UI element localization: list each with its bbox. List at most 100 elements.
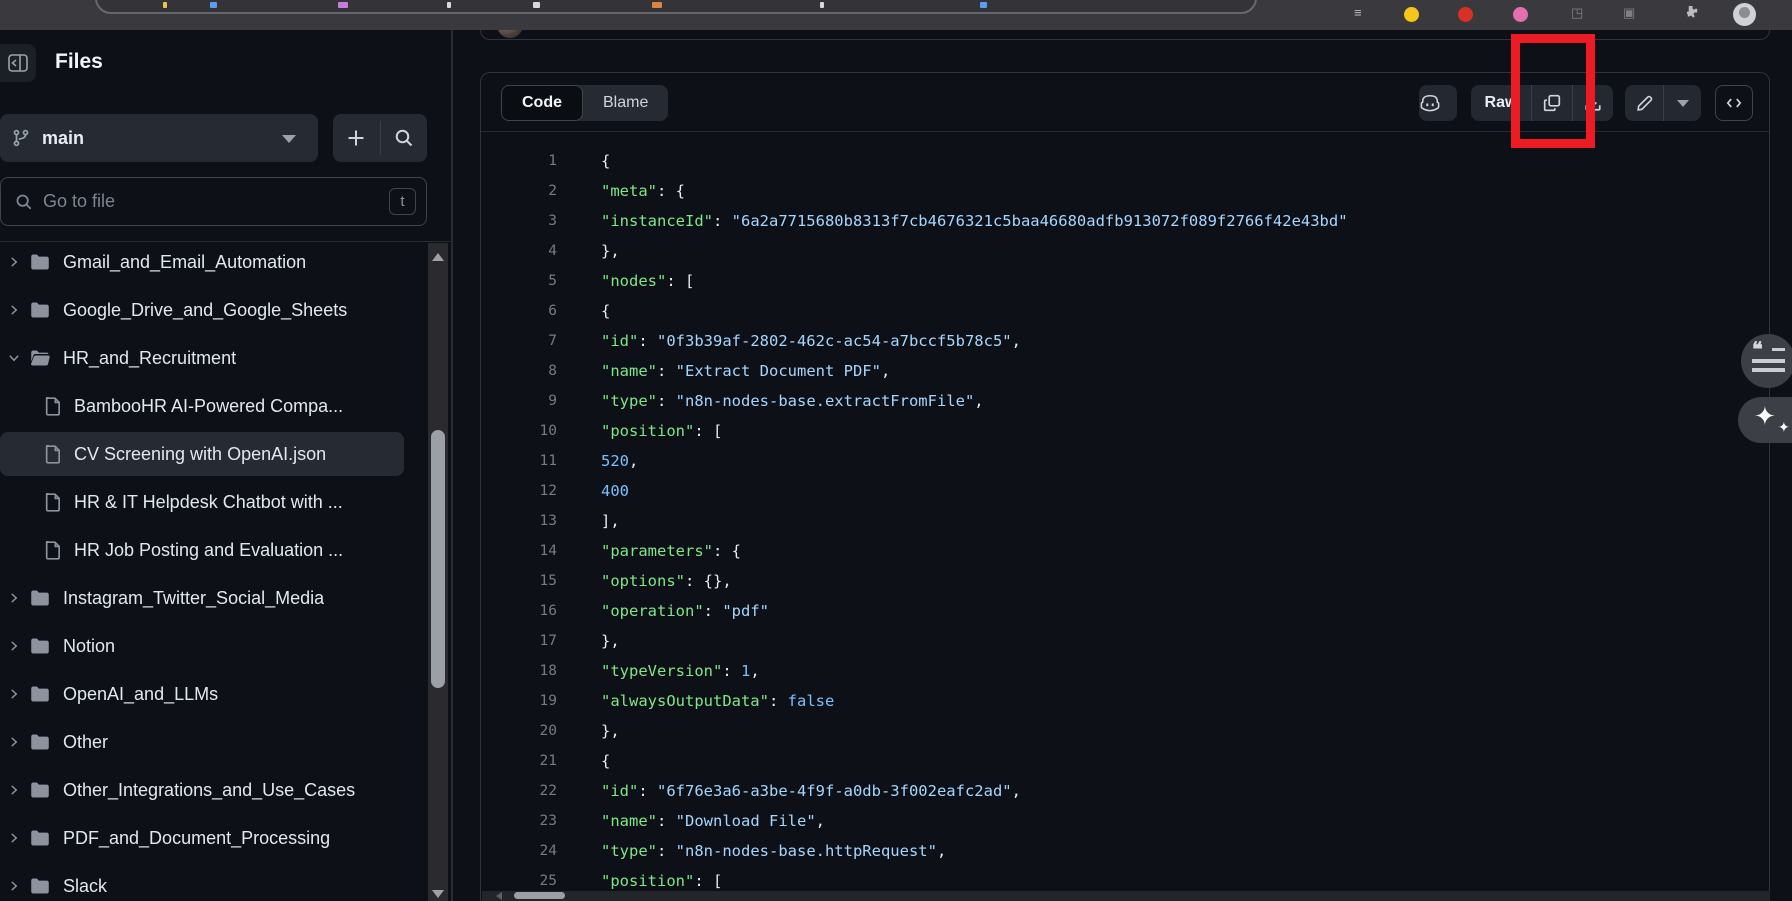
tree-item-label: Google_Drive_and_Google_Sheets	[63, 300, 347, 321]
code-line: 22"id": "6f76e3a6-a3be-4f9f-a0db-3f002ea…	[481, 776, 1769, 806]
line-number[interactable]: 3	[481, 206, 557, 236]
tree-folder-other[interactable]: Other	[0, 720, 404, 764]
code-line: 1{	[481, 146, 1769, 176]
tree-folder-slack[interactable]: Slack	[0, 864, 404, 901]
tree-folder-hr-and-recruitment[interactable]: HR_and_Recruitment	[0, 336, 404, 380]
line-number[interactable]: 15	[481, 566, 557, 596]
tree-file-hr-job-posting-and-evaluation[interactable]: HR Job Posting and Evaluation ...	[0, 528, 404, 572]
chevron-down-icon[interactable]	[8, 352, 22, 364]
line-number[interactable]: 10	[481, 416, 557, 446]
line-number[interactable]: 24	[481, 836, 557, 866]
tree-item-label: Other	[63, 732, 108, 753]
code-line: 24 "type": "n8n-nodes-base.httpRequest",	[481, 836, 1769, 866]
chevron-right-icon[interactable]	[8, 592, 22, 604]
line-number[interactable]: 9	[481, 386, 557, 416]
tree-file-hr-it-helpdesk-chatbot-with[interactable]: HR & IT Helpdesk Chatbot with ...	[0, 480, 404, 524]
line-number[interactable]: 2	[481, 176, 557, 206]
addressbar-text-fragment	[820, 2, 824, 8]
line-number[interactable]: 7	[481, 326, 557, 356]
go-to-file-input[interactable]	[43, 191, 343, 212]
sidebar-resize-divider[interactable]	[451, 30, 453, 901]
go-to-file-search[interactable]: t	[0, 177, 427, 226]
browser-address-bar[interactable]	[95, 0, 1257, 14]
add-file-button[interactable]	[333, 114, 380, 162]
ai-assistant-button[interactable]: ✦✦	[1738, 397, 1792, 443]
extension-icon[interactable]: ▣	[1623, 5, 1635, 21]
tree-folder-gmail-and-email-automation[interactable]: Gmail_and_Email_Automation	[0, 240, 404, 284]
chevron-right-icon[interactable]	[8, 880, 22, 892]
extension-icon[interactable]: ◳	[1571, 5, 1583, 21]
tree-folder-openai-and-llms[interactable]: OpenAI_and_LLMs	[0, 672, 404, 716]
tree-folder-instagram-twitter-social-media[interactable]: Instagram_Twitter_Social_Media	[0, 576, 404, 620]
chevron-right-icon[interactable]	[8, 640, 22, 652]
line-number[interactable]: 8	[481, 356, 557, 386]
branch-selector[interactable]: main	[0, 114, 318, 162]
browser-profile-avatar[interactable]	[1733, 3, 1756, 26]
line-number[interactable]: 22	[481, 776, 557, 806]
tree-folder-notion[interactable]: Notion	[0, 624, 404, 668]
chevron-right-icon[interactable]	[8, 304, 22, 316]
code-text: {	[601, 746, 610, 776]
sidebar-scrollbar[interactable]	[428, 243, 448, 901]
code-horizontal-scrollbar[interactable]	[482, 891, 1770, 901]
edit-file-button[interactable]	[1625, 85, 1663, 121]
addressbar-text-fragment	[338, 2, 348, 8]
tree-item-label: CV Screening with OpenAI.json	[74, 444, 326, 465]
line-number[interactable]: 1	[481, 146, 557, 176]
line-number[interactable]: 19	[481, 686, 557, 716]
chevron-right-icon[interactable]	[8, 784, 22, 796]
collapse-sidebar-button[interactable]	[0, 44, 36, 82]
extension-icon[interactable]	[1513, 7, 1528, 22]
chevron-right-icon[interactable]	[8, 832, 22, 844]
line-number[interactable]: 18	[481, 656, 557, 686]
chevron-right-icon[interactable]	[8, 256, 22, 268]
line-number[interactable]: 20	[481, 716, 557, 746]
code-text: "id": "0f3b39af-2802-462c-ac54-a7bccf5b7…	[601, 326, 1021, 356]
symbols-pane-button[interactable]	[1715, 85, 1753, 121]
tree-file-bamboohr-ai-powered-compa[interactable]: BambooHR AI-Powered Compa...	[0, 384, 404, 428]
extensions-puzzle-icon[interactable]	[1685, 5, 1700, 20]
line-number[interactable]: 17	[481, 626, 557, 656]
line-number[interactable]: 13	[481, 506, 557, 536]
line-number[interactable]: 21	[481, 746, 557, 776]
copilot-button[interactable]	[1419, 85, 1457, 121]
code-text: "type": "n8n-nodes-base.httpRequest",	[601, 836, 946, 866]
chevron-right-icon[interactable]	[8, 688, 22, 700]
folder-icon	[30, 301, 50, 319]
scroll-left-arrow-icon[interactable]	[496, 892, 502, 900]
tree-file-cv-screening-with-openai-json[interactable]: CV Screening with OpenAI.json	[0, 432, 404, 476]
scroll-down-arrow-icon[interactable]	[432, 890, 444, 898]
tab-blame[interactable]: Blame	[583, 85, 668, 121]
line-number[interactable]: 6	[481, 296, 557, 326]
line-number[interactable]: 5	[481, 266, 557, 296]
tree-item-label: Gmail_and_Email_Automation	[63, 252, 306, 273]
tree-folder-other-integrations-and-use-cases[interactable]: Other_Integrations_and_Use_Cases	[0, 768, 404, 812]
sidebar-scrollbar-thumb[interactable]	[431, 430, 445, 688]
line-number[interactable]: 4	[481, 236, 557, 266]
code-line: 10"position": [	[481, 416, 1769, 446]
line-number[interactable]: 23	[481, 806, 557, 836]
tree-folder-pdf-and-document-processing[interactable]: PDF_and_Document_Processing	[0, 816, 404, 860]
extension-icon[interactable]	[1458, 7, 1473, 22]
addressbar-text-fragment	[447, 2, 451, 8]
line-number[interactable]: 12	[481, 476, 557, 506]
chevron-down-icon	[1677, 100, 1689, 107]
files-panel-title: Files	[55, 50, 103, 74]
chevron-right-icon[interactable]	[8, 736, 22, 748]
line-number[interactable]: 11	[481, 446, 557, 476]
browser-menu-icon[interactable]: ≡	[1354, 5, 1362, 20]
horizontal-scrollbar-thumb[interactable]	[514, 892, 565, 899]
code-text: 400	[601, 476, 629, 506]
extension-icon[interactable]	[1404, 7, 1419, 22]
tab-code[interactable]: Code	[501, 85, 583, 121]
search-tree-button[interactable]	[381, 114, 428, 162]
folder-icon	[30, 349, 50, 367]
summarize-extension-button[interactable]: ❝	[1741, 334, 1792, 388]
edit-options-dropdown[interactable]	[1664, 85, 1701, 121]
tree-folder-google-drive-and-google-sheets[interactable]: Google_Drive_and_Google_Sheets	[0, 288, 404, 332]
code-text: "alwaysOutputData": false	[601, 686, 834, 716]
copilot-icon	[1419, 93, 1441, 113]
line-number[interactable]: 14	[481, 536, 557, 566]
line-number[interactable]: 16	[481, 596, 557, 626]
scroll-up-arrow-icon[interactable]	[432, 253, 444, 261]
